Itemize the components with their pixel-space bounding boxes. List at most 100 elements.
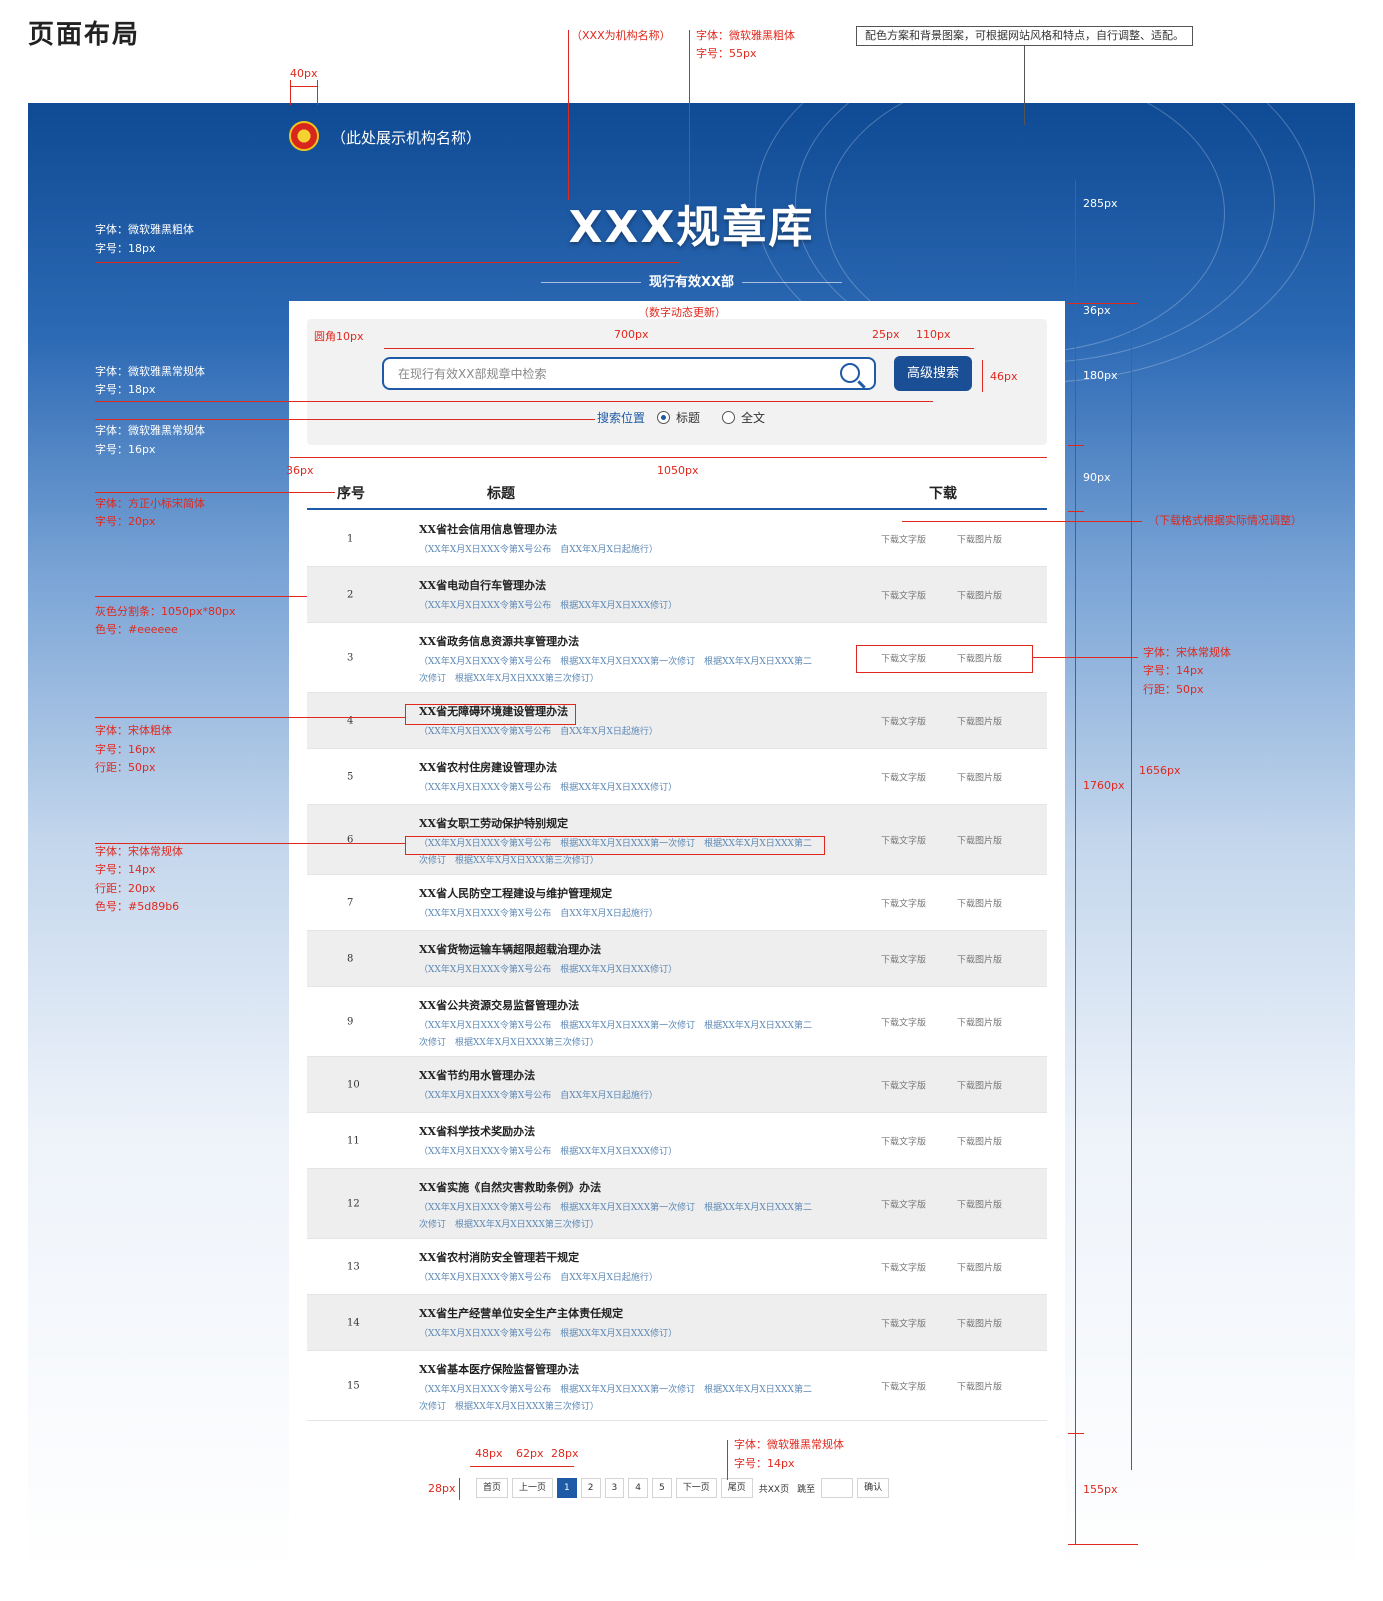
jump-label: 跳至 bbox=[797, 1484, 816, 1495]
row-meta: （XX年X月X日XXX令第X号公布 根据XX年X月X日XXX第一次修订 根据XX… bbox=[419, 1203, 812, 1230]
row-title-link[interactable]: XX省政务信息资源共享管理办法 bbox=[419, 633, 579, 649]
annotation-dl-line: 行距：50px bbox=[1143, 683, 1204, 696]
table-row: 9 XX省公共资源交易监督管理办法 （XX年X月X日XXX令第X号公布 根据XX年X… bbox=[307, 987, 1047, 1057]
annotation-line bbox=[1033, 657, 1138, 658]
annotation-w700: 700px bbox=[614, 328, 649, 341]
annotation-h28: 28px bbox=[428, 1482, 456, 1495]
next-page-button[interactable]: 下一页 bbox=[675, 1478, 717, 1498]
download-image-link[interactable]: 下载图片版 bbox=[957, 532, 1002, 545]
page-4-button[interactable]: 4 bbox=[628, 1478, 648, 1498]
row-title-link[interactable]: XX省货物运输车辆超限超载治理办法 bbox=[419, 941, 601, 957]
download-image-link[interactable]: 下载图片版 bbox=[957, 714, 1002, 727]
annotation-highlight-box bbox=[856, 645, 1033, 673]
download-text-link[interactable]: 下载文字版 bbox=[881, 952, 926, 965]
row-title-link[interactable]: XX省生产经营单位安全生产主体责任规定 bbox=[419, 1305, 623, 1321]
search-box[interactable] bbox=[382, 357, 876, 390]
download-image-link[interactable]: 下载图片版 bbox=[957, 833, 1002, 846]
row-title-link[interactable]: XX省农村住房建设管理办法 bbox=[419, 759, 557, 775]
annotation-line bbox=[689, 30, 690, 230]
first-page-button[interactable]: 首页 bbox=[476, 1478, 509, 1498]
header-download: 下载 bbox=[929, 486, 957, 502]
download-image-link[interactable]: 下载图片版 bbox=[957, 1134, 1002, 1147]
annotation-head-font: 字体：方正小标宋简体 bbox=[95, 497, 205, 510]
annotation-meta-color: 色号：#5d89b6 bbox=[95, 900, 180, 913]
annotation-line bbox=[95, 419, 595, 420]
row-title-link[interactable]: XX省社会信用信息管理办法 bbox=[419, 521, 557, 537]
row-title-link[interactable]: XX省节约用水管理办法 bbox=[419, 1067, 535, 1083]
annotation-h180: 180px bbox=[1083, 369, 1118, 382]
row-number: 3 bbox=[347, 652, 354, 663]
radio-fulltext[interactable] bbox=[722, 411, 736, 424]
page-5-button[interactable]: 5 bbox=[651, 1478, 672, 1498]
prev-page-button[interactable]: 上一页 bbox=[512, 1478, 554, 1498]
download-image-link[interactable]: 下载图片版 bbox=[957, 1379, 1002, 1392]
page-2-button[interactable]: 2 bbox=[580, 1478, 601, 1498]
jump-page-input[interactable] bbox=[821, 1478, 854, 1498]
annotation-dynamic-note: （数字动态更新） bbox=[638, 306, 726, 319]
table-row: 13 XX省农村消防安全管理若干规定 （XX年X月X日XXX令第X号公布 自XX年X… bbox=[307, 1239, 1047, 1295]
row-title-link[interactable]: XX省科学技术奖励办法 bbox=[419, 1123, 535, 1139]
download-text-link[interactable]: 下载文字版 bbox=[881, 714, 926, 727]
download-image-link[interactable]: 下载图片版 bbox=[957, 770, 1002, 783]
annotation-line bbox=[95, 401, 933, 402]
download-text-link[interactable]: 下载文字版 bbox=[881, 1260, 926, 1273]
download-text-link[interactable]: 下载文字版 bbox=[881, 1316, 926, 1329]
download-text-link[interactable]: 下载文字版 bbox=[881, 1134, 926, 1147]
download-text-link[interactable]: 下载文字版 bbox=[881, 1015, 926, 1028]
download-image-link[interactable]: 下载图片版 bbox=[957, 896, 1002, 909]
row-meta: （XX年X月X日XXX令第X号公布 自XX年X月X日起施行） bbox=[419, 1091, 658, 1101]
annotation-line bbox=[290, 457, 1047, 458]
header-num: 序号 bbox=[337, 486, 365, 502]
annotation-dl-size: 字号：14px bbox=[1143, 664, 1204, 677]
row-number: 14 bbox=[347, 1317, 360, 1328]
annotation-meta-size: 字号：14px bbox=[95, 863, 156, 876]
annotation-org-note: （XXX为机构名称） bbox=[571, 29, 671, 42]
main-content: 高级搜索 搜索位置 标题 全文 序号 标题 下载 1 XX省社会信用信息管理办法 （… bbox=[289, 301, 1065, 1576]
download-text-link[interactable]: 下载文字版 bbox=[881, 1379, 926, 1392]
total-pages: 共XX页 bbox=[758, 1484, 790, 1495]
annotation-line bbox=[470, 1466, 574, 1467]
download-image-link[interactable]: 下载图片版 bbox=[957, 588, 1002, 601]
download-image-link[interactable]: 下载图片版 bbox=[957, 1015, 1002, 1028]
row-title-link[interactable]: XX省人民防空工程建设与维护管理规定 bbox=[419, 885, 612, 901]
download-image-link[interactable]: 下载图片版 bbox=[957, 1260, 1002, 1273]
radio-fulltext-label[interactable]: 全文 bbox=[741, 409, 765, 426]
annotation-h1760: 1760px bbox=[1083, 779, 1125, 792]
annotation-line bbox=[1068, 445, 1084, 446]
search-input[interactable] bbox=[384, 359, 824, 388]
radio-title-label[interactable]: 标题 bbox=[676, 409, 700, 426]
row-title-link[interactable]: XX省公共资源交易监督管理办法 bbox=[419, 997, 579, 1013]
download-image-link[interactable]: 下载图片版 bbox=[957, 952, 1002, 965]
row-title-link[interactable]: XX省农村消防安全管理若干规定 bbox=[419, 1249, 579, 1265]
confirm-button[interactable]: 确认 bbox=[857, 1478, 890, 1498]
last-page-button[interactable]: 尾页 bbox=[720, 1478, 753, 1498]
download-text-link[interactable]: 下载文字版 bbox=[881, 588, 926, 601]
download-text-link[interactable]: 下载文字版 bbox=[881, 1197, 926, 1210]
row-meta: （XX年X月X日XXX令第X号公布 根据XX年X月X日XXX第一次修订 根据XX… bbox=[419, 1021, 812, 1048]
download-text-link[interactable]: 下载文字版 bbox=[881, 833, 926, 846]
page-1-button[interactable]: 1 bbox=[557, 1478, 577, 1498]
row-title-link[interactable]: XX省基本医疗保险监督管理办法 bbox=[419, 1361, 579, 1377]
row-title-link[interactable]: XX省实施《自然灾害救助条例》办法 bbox=[419, 1179, 601, 1195]
annotation-h90: 90px bbox=[1083, 471, 1111, 484]
annotation-w48: 48px bbox=[475, 1447, 503, 1460]
table-row: 15 XX省基本医疗保险监督管理办法 （XX年X月X日XXX令第X号公布 根据XX年… bbox=[307, 1351, 1047, 1421]
row-title-link[interactable]: XX省电动自行车管理办法 bbox=[419, 577, 546, 593]
download-image-link[interactable]: 下载图片版 bbox=[957, 1316, 1002, 1329]
row-title-link[interactable]: XX省女职工劳动保护特别规定 bbox=[419, 815, 568, 831]
download-image-link[interactable]: 下载图片版 bbox=[957, 1197, 1002, 1210]
search-icon[interactable] bbox=[840, 363, 860, 383]
download-text-link[interactable]: 下载文字版 bbox=[881, 1078, 926, 1091]
annotation-meta-font: 字体：宋体常规体 bbox=[95, 845, 183, 858]
advanced-search-button[interactable]: 高级搜索 bbox=[894, 356, 972, 391]
download-text-link[interactable]: 下载文字版 bbox=[881, 532, 926, 545]
page-3-button[interactable]: 3 bbox=[604, 1478, 625, 1498]
row-meta: （XX年X月X日XXX令第X号公布 根据XX年X月X日XXX修订） bbox=[419, 783, 678, 793]
download-text-link[interactable]: 下载文字版 bbox=[881, 770, 926, 783]
row-meta: （XX年X月X日XXX令第X号公布 根据XX年X月X日XXX修订） bbox=[419, 601, 678, 611]
download-image-link[interactable]: 下载图片版 bbox=[957, 1078, 1002, 1091]
download-text-link[interactable]: 下载文字版 bbox=[881, 896, 926, 909]
radio-title[interactable] bbox=[657, 411, 671, 424]
annotation-count-size: 字号：18px bbox=[95, 242, 156, 255]
search-position-label: 搜索位置 bbox=[597, 411, 646, 425]
